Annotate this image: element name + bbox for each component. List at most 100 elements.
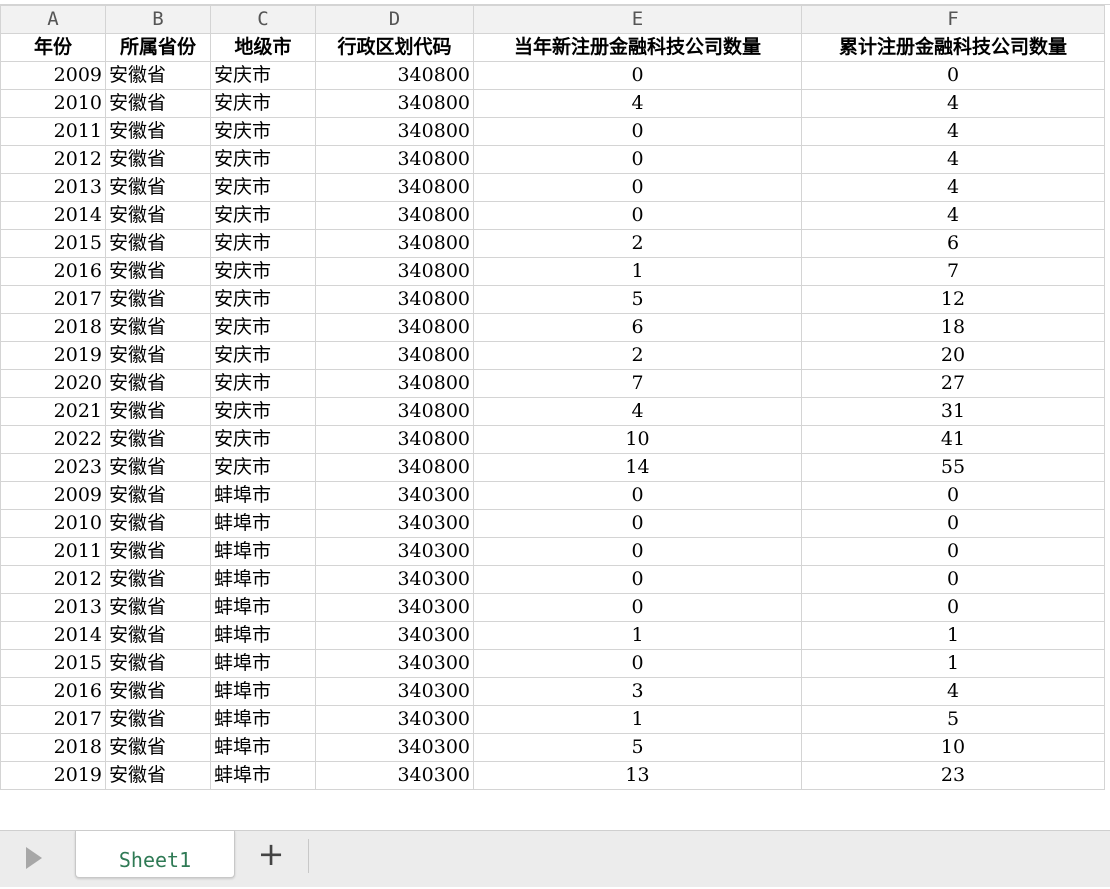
cell[interactable]: 安徽省: [105, 397, 211, 426]
cell[interactable]: 10: [473, 425, 802, 454]
cell[interactable]: 2016: [0, 677, 106, 706]
header-cell[interactable]: 所属省份: [105, 33, 211, 62]
cell[interactable]: 0: [473, 61, 802, 90]
cell[interactable]: 0: [473, 201, 802, 230]
cell[interactable]: 4: [473, 397, 802, 426]
cell[interactable]: 安庆市: [210, 201, 316, 230]
cell[interactable]: 安庆市: [210, 257, 316, 286]
cell[interactable]: 安徽省: [105, 537, 211, 566]
cell[interactable]: 0: [473, 509, 802, 538]
cell[interactable]: 18: [801, 313, 1105, 342]
cell[interactable]: 0: [473, 649, 802, 678]
cell[interactable]: 2015: [0, 229, 106, 258]
cell[interactable]: 340800: [315, 173, 474, 202]
cell[interactable]: 2017: [0, 705, 106, 734]
play-triangle-icon[interactable]: [26, 847, 42, 869]
cell[interactable]: 蚌埠市: [210, 509, 316, 538]
cell[interactable]: 0: [473, 173, 802, 202]
cell[interactable]: 1: [801, 649, 1105, 678]
cell[interactable]: 蚌埠市: [210, 593, 316, 622]
cell[interactable]: 安徽省: [105, 761, 211, 790]
cell[interactable]: 340800: [315, 425, 474, 454]
cell[interactable]: 340800: [315, 369, 474, 398]
header-cell[interactable]: 年份: [0, 33, 106, 62]
cell[interactable]: 0: [473, 537, 802, 566]
cell[interactable]: 安徽省: [105, 481, 211, 510]
column-header-f[interactable]: F: [801, 5, 1105, 34]
cell[interactable]: 14: [473, 453, 802, 482]
cell[interactable]: 0: [801, 509, 1105, 538]
cell[interactable]: 2011: [0, 117, 106, 146]
cell[interactable]: 0: [801, 481, 1105, 510]
cell[interactable]: 1: [473, 257, 802, 286]
cell[interactable]: 4: [473, 89, 802, 118]
cell[interactable]: 安徽省: [105, 61, 211, 90]
cell[interactable]: 蚌埠市: [210, 705, 316, 734]
cell[interactable]: 340800: [315, 89, 474, 118]
cell[interactable]: 41: [801, 425, 1105, 454]
cell[interactable]: 安庆市: [210, 89, 316, 118]
header-cell[interactable]: 累计注册金融科技公司数量: [801, 33, 1105, 62]
cell[interactable]: 340800: [315, 285, 474, 314]
cell[interactable]: 6: [801, 229, 1105, 258]
header-cell[interactable]: 地级市: [210, 33, 316, 62]
cell[interactable]: 0: [473, 145, 802, 174]
cell[interactable]: 340800: [315, 341, 474, 370]
cell[interactable]: 4: [801, 677, 1105, 706]
cell[interactable]: 0: [473, 481, 802, 510]
cell[interactable]: 安徽省: [105, 369, 211, 398]
column-header-c[interactable]: C: [210, 5, 316, 34]
cell[interactable]: 340800: [315, 61, 474, 90]
cell[interactable]: 2: [473, 229, 802, 258]
header-cell[interactable]: 当年新注册金融科技公司数量: [473, 33, 802, 62]
cell[interactable]: 安徽省: [105, 117, 211, 146]
cell[interactable]: 0: [801, 565, 1105, 594]
cell[interactable]: 340300: [315, 593, 474, 622]
cell[interactable]: 安徽省: [105, 201, 211, 230]
cell[interactable]: 2013: [0, 173, 106, 202]
column-header-e[interactable]: E: [473, 5, 802, 34]
plus-icon[interactable]: +: [256, 838, 286, 870]
cell[interactable]: 20: [801, 341, 1105, 370]
cell[interactable]: 2014: [0, 621, 106, 650]
cell[interactable]: 2019: [0, 341, 106, 370]
cell[interactable]: 2009: [0, 481, 106, 510]
cell[interactable]: 2021: [0, 397, 106, 426]
cell[interactable]: 6: [473, 313, 802, 342]
cell[interactable]: 340300: [315, 649, 474, 678]
cell[interactable]: 1: [473, 621, 802, 650]
cell[interactable]: 安徽省: [105, 313, 211, 342]
cell[interactable]: 安徽省: [105, 285, 211, 314]
cell[interactable]: 340800: [315, 201, 474, 230]
cell[interactable]: 0: [473, 565, 802, 594]
cell[interactable]: 12: [801, 285, 1105, 314]
cell[interactable]: 2018: [0, 313, 106, 342]
cell[interactable]: 7: [801, 257, 1105, 286]
cell[interactable]: 340300: [315, 733, 474, 762]
cell[interactable]: 安徽省: [105, 509, 211, 538]
cell[interactable]: 4: [801, 117, 1105, 146]
cell[interactable]: 2012: [0, 145, 106, 174]
cell[interactable]: 安庆市: [210, 61, 316, 90]
cell[interactable]: 2013: [0, 593, 106, 622]
cell[interactable]: 安庆市: [210, 285, 316, 314]
cell[interactable]: 2011: [0, 537, 106, 566]
cell[interactable]: 安徽省: [105, 733, 211, 762]
cell[interactable]: 安徽省: [105, 173, 211, 202]
cell[interactable]: 蚌埠市: [210, 537, 316, 566]
cell[interactable]: 340300: [315, 565, 474, 594]
cell[interactable]: 4: [801, 173, 1105, 202]
cell[interactable]: 安徽省: [105, 705, 211, 734]
cell[interactable]: 蚌埠市: [210, 621, 316, 650]
cell[interactable]: 2023: [0, 453, 106, 482]
cell[interactable]: 13: [473, 761, 802, 790]
cell[interactable]: 安徽省: [105, 677, 211, 706]
cell[interactable]: 安庆市: [210, 229, 316, 258]
cell[interactable]: 安庆市: [210, 369, 316, 398]
cell[interactable]: 安徽省: [105, 257, 211, 286]
cell[interactable]: 蚌埠市: [210, 677, 316, 706]
cell[interactable]: 340300: [315, 677, 474, 706]
cell[interactable]: 4: [801, 145, 1105, 174]
cell[interactable]: 2019: [0, 761, 106, 790]
cell[interactable]: 0: [473, 117, 802, 146]
